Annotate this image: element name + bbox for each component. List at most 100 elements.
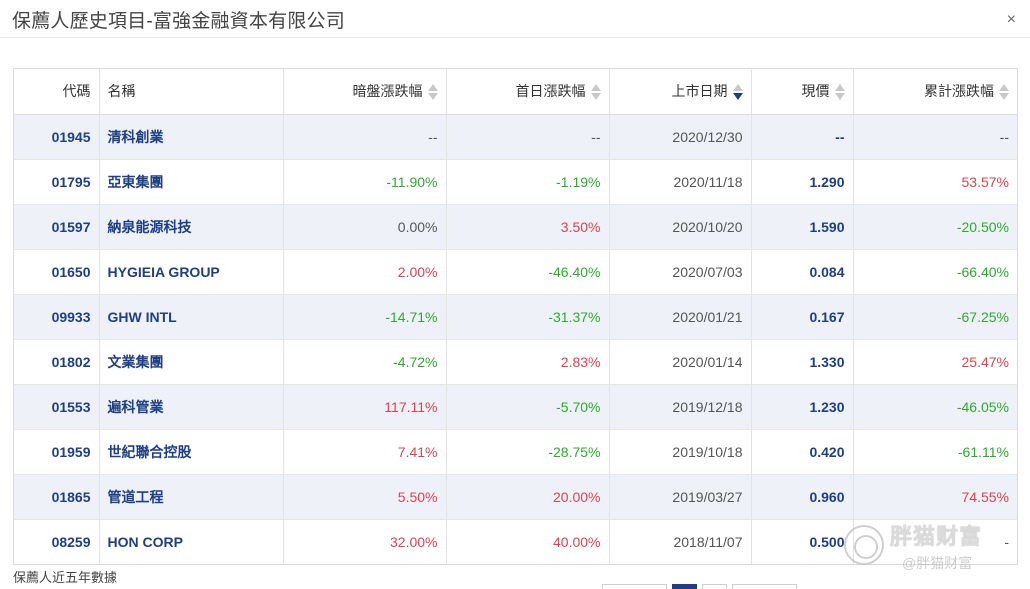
table-row[interactable]: 01959 世紀聯合控股 7.41% -28.75% 2019/10/18 0.420 -6…: [14, 429, 1017, 475]
cumulative-change: 25.47%: [853, 339, 1017, 385]
table-row[interactable]: 01597 納泉能源科技 0.00% 3.50% 2020/10/20 1.590 -20.…: [14, 204, 1017, 250]
pagination-prev-button[interactable]: [602, 584, 667, 589]
first-day-change: -1.19%: [446, 159, 610, 205]
listing-date: 2019/10/18: [609, 429, 752, 475]
current-price: --: [751, 114, 854, 160]
stock-code[interactable]: 08259: [14, 519, 100, 564]
table-row[interactable]: 01945 清科創業 -- -- 2020/12/30 -- --: [14, 114, 1017, 160]
listing-date: 2020/12/30: [609, 114, 752, 160]
stock-name[interactable]: 清科創業: [99, 114, 284, 160]
cumulative-change: 53.57%: [853, 159, 1017, 205]
stock-name[interactable]: 亞東集團: [99, 159, 284, 205]
listing-date: 2020/01/14: [609, 339, 752, 385]
watermark-main: 胖猫财富: [890, 524, 983, 549]
sort-icon[interactable]: [834, 83, 845, 101]
current-price: 1.290: [751, 159, 854, 205]
grey-market-change: --: [283, 114, 447, 160]
header-grey-market[interactable]: 暗盤漲跌幅: [283, 69, 447, 115]
sort-icon[interactable]: [590, 83, 601, 101]
pagination-page-1[interactable]: [672, 584, 697, 589]
stock-code[interactable]: 09933: [14, 294, 100, 340]
listing-date: 2018/11/07: [609, 519, 752, 564]
cumulative-change: 74.55%: [853, 474, 1017, 520]
first-day-change: -31.37%: [446, 294, 610, 340]
listing-date: 2020/10/20: [609, 204, 752, 250]
header-code: 代碼: [14, 69, 100, 115]
table-row[interactable]: 01795 亞東集團 -11.90% -1.19% 2020/11/18 1.290 53.…: [14, 159, 1017, 205]
dialog-title: 保薦人歷史項目-富強金融資本有限公司: [12, 11, 345, 32]
watermark-logo-icon: [844, 525, 884, 565]
pagination-next-button[interactable]: [732, 584, 797, 589]
close-icon[interactable]: ×: [1007, 12, 1016, 28]
header-listing-date[interactable]: 上市日期: [609, 69, 752, 115]
stock-code[interactable]: 01865: [14, 474, 100, 520]
stock-code[interactable]: 01945: [14, 114, 100, 160]
stock-code[interactable]: 01650: [14, 249, 100, 295]
listing-date: 2020/01/21: [609, 294, 752, 340]
table-row[interactable]: 01553 遍科管業 117.11% -5.70% 2019/12/18 1.230 -46…: [14, 384, 1017, 430]
grey-market-change: 7.41%: [283, 429, 447, 475]
stock-name[interactable]: 納泉能源科技: [99, 204, 284, 250]
grey-market-change: -11.90%: [283, 159, 447, 205]
stock-code[interactable]: 01959: [14, 429, 100, 475]
cumulative-change: -20.50%: [853, 204, 1017, 250]
current-price: 0.167: [751, 294, 854, 340]
table-row[interactable]: 01650 HYGIEIA GROUP 2.00% -46.40% 2020/07/03…: [14, 249, 1017, 295]
listing-date: 2020/11/18: [609, 159, 752, 205]
grey-market-change: 5.50%: [283, 474, 447, 520]
header-cumulative[interactable]: 累計漲跌幅: [853, 69, 1017, 115]
footnote: 保薦人近五年數據: [13, 570, 118, 585]
cumulative-change: -66.40%: [853, 249, 1017, 295]
cumulative-change: -61.11%: [853, 429, 1017, 475]
stock-name[interactable]: 文業集團: [99, 339, 284, 385]
watermark-sub: @胖猫财富: [902, 555, 973, 571]
pagination: [602, 584, 797, 589]
first-day-change: -46.40%: [446, 249, 610, 295]
sort-icon[interactable]: [999, 83, 1009, 101]
header-name: 名稱: [99, 69, 284, 115]
first-day-change: -28.75%: [446, 429, 610, 475]
first-day-change: 3.50%: [446, 204, 610, 250]
grey-market-change: -14.71%: [283, 294, 447, 340]
current-price: 1.230: [751, 384, 854, 430]
current-price: 0.500: [751, 519, 854, 564]
sort-desc-icon[interactable]: [732, 83, 743, 101]
grey-market-change: 117.11%: [283, 384, 447, 430]
first-day-change: 40.00%: [446, 519, 610, 564]
listing-date: 2019/12/18: [609, 384, 752, 430]
grey-market-change: -4.72%: [283, 339, 447, 385]
current-price: 1.330: [751, 339, 854, 385]
stock-name[interactable]: GHW INTL: [99, 294, 284, 340]
stock-code[interactable]: 01795: [14, 159, 100, 205]
first-day-change: 2.83%: [446, 339, 610, 385]
stock-name[interactable]: 遍科管業: [99, 384, 284, 430]
watermark: 胖猫财富 @胖猫财富: [844, 515, 1014, 575]
listing-date: 2020/07/03: [609, 249, 752, 295]
header-first-day[interactable]: 首日漲跌幅: [446, 69, 610, 115]
stock-name[interactable]: 世紀聯合控股: [99, 429, 284, 475]
stock-code[interactable]: 01597: [14, 204, 100, 250]
grey-market-change: 0.00%: [283, 204, 447, 250]
first-day-change: -5.70%: [446, 384, 610, 430]
table-header-row: 代碼 名稱 暗盤漲跌幅 首日漲跌幅 上市日期 現價 累計漲跌幅: [14, 69, 1017, 115]
title-divider: [0, 37, 1030, 38]
current-price: 1.590: [751, 204, 854, 250]
sort-icon[interactable]: [427, 83, 438, 101]
stock-name[interactable]: HON CORP: [99, 519, 284, 564]
header-price[interactable]: 現價: [751, 69, 854, 115]
stock-code[interactable]: 01802: [14, 339, 100, 385]
stock-code[interactable]: 01553: [14, 384, 100, 430]
stock-name[interactable]: 管道工程: [99, 474, 284, 520]
cumulative-change: -67.25%: [853, 294, 1017, 340]
cumulative-change: --: [853, 114, 1017, 160]
cumulative-change: -46.05%: [853, 384, 1017, 430]
table-row[interactable]: 09933 GHW INTL -14.71% -31.37% 2020/01/21 0.1…: [14, 294, 1017, 340]
table-row[interactable]: 01802 文業集團 -4.72% 2.83% 2020/01/14 1.330 25.47…: [14, 339, 1017, 385]
listing-date: 2019/03/27: [609, 474, 752, 520]
stock-name[interactable]: HYGIEIA GROUP: [99, 249, 284, 295]
pagination-page-2[interactable]: [702, 584, 727, 589]
current-price: 0.960: [751, 474, 854, 520]
first-day-change: 20.00%: [446, 474, 610, 520]
table-row[interactable]: 01865 管道工程 5.50% 20.00% 2019/03/27 0.960 74.55…: [14, 474, 1017, 520]
first-day-change: --: [446, 114, 610, 160]
